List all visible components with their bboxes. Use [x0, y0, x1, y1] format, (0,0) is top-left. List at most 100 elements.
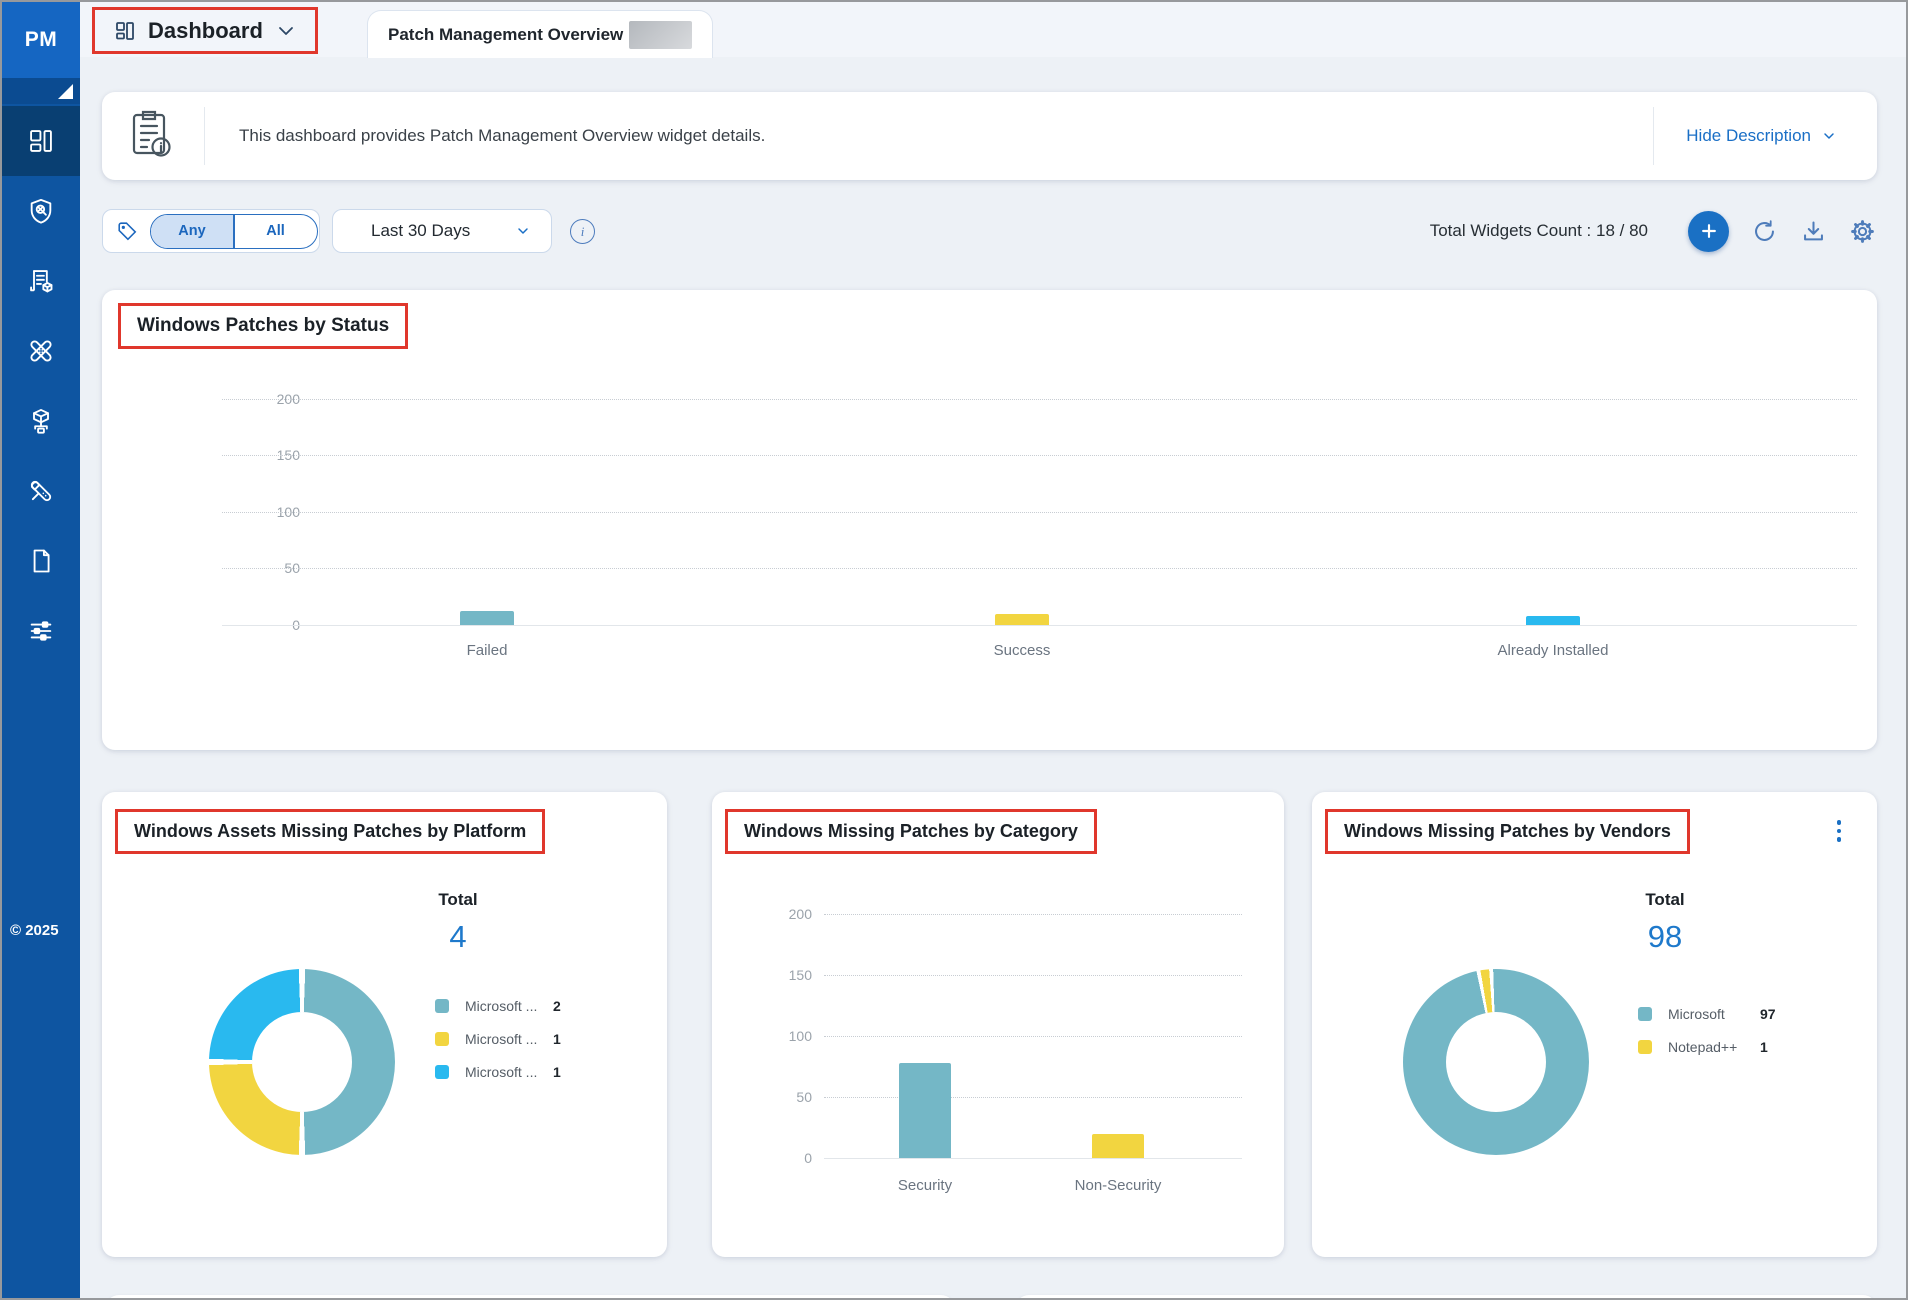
toggle-any[interactable]: Any [151, 215, 233, 248]
widget-title: Windows Missing Patches by Vendors [1344, 821, 1671, 842]
add-widget-button[interactable] [1688, 211, 1729, 252]
chevron-down-icon [515, 223, 531, 239]
widget-missing-patches-by-platform: Windows Assets Missing Patches by Platfo… [102, 792, 667, 1257]
bar-failed[interactable] [460, 611, 514, 625]
widgets-count-text: Total Widgets Count : 18 / 80 [1430, 221, 1648, 241]
legend-item[interactable]: Microsoft ... 2 [435, 989, 561, 1022]
gridline [222, 399, 1857, 400]
legend-item[interactable]: Notepad++ 1 [1638, 1030, 1776, 1063]
download-button[interactable] [1800, 218, 1827, 245]
gridline [824, 914, 1242, 915]
total-block: Total 4 [398, 890, 518, 955]
gridline [222, 455, 1857, 456]
sidebar-item-scan[interactable] [2, 176, 80, 246]
sidebar-item-patches[interactable] [2, 316, 80, 386]
copyright-text: © 2025 [10, 922, 59, 939]
tools-icon [27, 477, 55, 505]
sidebar-item-deployment[interactable] [2, 386, 80, 456]
legend-item[interactable]: Microsoft 97 [1638, 997, 1776, 1030]
legend-swatch [1638, 1007, 1652, 1021]
annotation-box: Windows Assets Missing Patches by Platfo… [115, 809, 545, 854]
sidebar-item-tools[interactable] [2, 456, 80, 526]
y-tick: 50 [752, 1089, 812, 1105]
legend-value: 2 [553, 998, 561, 1014]
legend-value: 97 [1760, 1006, 1776, 1022]
menu-label: Dashboard [148, 18, 263, 44]
hide-description-label: Hide Description [1686, 126, 1811, 146]
sidebar: PM [2, 2, 80, 1298]
tag-icon[interactable] [116, 220, 138, 242]
refresh-icon [1751, 218, 1778, 245]
sidebar-item-settings[interactable] [2, 596, 80, 666]
settings-button[interactable] [1849, 218, 1876, 245]
clipboard-info-icon [128, 108, 176, 165]
chevron-down-icon [274, 19, 298, 43]
app-logo[interactable]: PM [2, 2, 80, 78]
bar-already-installed[interactable] [1526, 616, 1580, 625]
chevron-down-icon [1821, 128, 1837, 144]
x-category-label: Security [815, 1177, 1035, 1194]
gridline [824, 1097, 1242, 1098]
x-axis-line [824, 1158, 1242, 1159]
sidebar-item-documents[interactable] [2, 526, 80, 596]
legend: Microsoft ... 2 Microsoft ... 1 Microsof… [435, 989, 561, 1088]
bar-non-security[interactable] [1092, 1134, 1144, 1158]
widget-missing-patches-by-category: Windows Missing Patches by Category 200 … [712, 792, 1284, 1257]
annotation-box: Windows Missing Patches by Category [725, 809, 1097, 854]
y-tick: 150 [752, 967, 812, 983]
dashboard-menu-dropdown[interactable]: Dashboard [92, 7, 318, 54]
filter-toolbar: Any All Last 30 Days i Total Widgets Cou… [102, 209, 1876, 253]
legend-label: Microsoft ... [465, 1031, 553, 1047]
legend-swatch [435, 1065, 449, 1079]
partial-widget-card [105, 1295, 955, 1300]
gridline [824, 975, 1242, 976]
download-icon [1800, 218, 1827, 245]
info-icon[interactable]: i [570, 219, 595, 244]
toggle-all[interactable]: All [235, 215, 317, 248]
legend-item[interactable]: Microsoft ... 1 [435, 1055, 561, 1088]
widget-windows-patches-by-status: Windows Patches by Status 200 150 100 50… [102, 290, 1877, 750]
document-icon [27, 547, 55, 575]
dashboard-description-text: This dashboard provides Patch Management… [239, 126, 765, 146]
annotation-box: Windows Missing Patches by Vendors [1325, 809, 1690, 854]
x-axis-line [222, 625, 1857, 626]
legend-label: Notepad++ [1668, 1039, 1760, 1055]
legend-item[interactable]: Microsoft ... 1 [435, 1022, 561, 1055]
tab-label: Patch Management Overview [388, 25, 623, 45]
sidebar-collapse-band [2, 78, 80, 104]
sidebar-item-reports[interactable] [2, 246, 80, 316]
y-tick: 200 [752, 906, 812, 922]
shield-scan-icon [27, 197, 55, 225]
divider [204, 107, 205, 165]
hide-description-link[interactable]: Hide Description [1654, 126, 1877, 146]
legend-swatch [435, 1032, 449, 1046]
partial-widget-card [1015, 1295, 1877, 1300]
deployment-icon [27, 407, 55, 435]
patch-icon [27, 337, 55, 365]
refresh-button[interactable] [1751, 218, 1778, 245]
legend-label: Microsoft ... [465, 1064, 553, 1080]
bar-security[interactable] [899, 1063, 951, 1158]
collapse-arrow-icon[interactable] [58, 84, 73, 99]
donut-chart-vendors[interactable] [1403, 969, 1589, 1155]
widget-menu-kebab-icon[interactable] [1828, 816, 1850, 846]
sidebar-item-dashboard[interactable] [2, 106, 80, 176]
donut-chart-platform[interactable] [209, 969, 395, 1155]
legend: Microsoft 97 Notepad++ 1 [1638, 997, 1776, 1063]
dashboard-description-bar: This dashboard provides Patch Management… [102, 92, 1877, 180]
date-range-dropdown[interactable]: Last 30 Days [332, 209, 552, 253]
y-tick: 0 [752, 1150, 812, 1166]
tab-patch-management-overview[interactable]: Patch Management Overview [367, 10, 713, 58]
gridline [222, 568, 1857, 569]
widget-title: Windows Patches by Status [137, 315, 389, 337]
bar-success[interactable] [995, 614, 1049, 625]
gridline [222, 512, 1857, 513]
dashboard-grid-icon [113, 19, 137, 43]
app-window: PM [0, 0, 1908, 1300]
legend-swatch [435, 999, 449, 1013]
total-value: 98 [1605, 919, 1725, 955]
dashboard-icon [27, 127, 55, 155]
legend-value: 1 [553, 1031, 561, 1047]
total-block: Total 98 [1605, 890, 1725, 955]
tag-filter-group: Any All [102, 209, 320, 253]
